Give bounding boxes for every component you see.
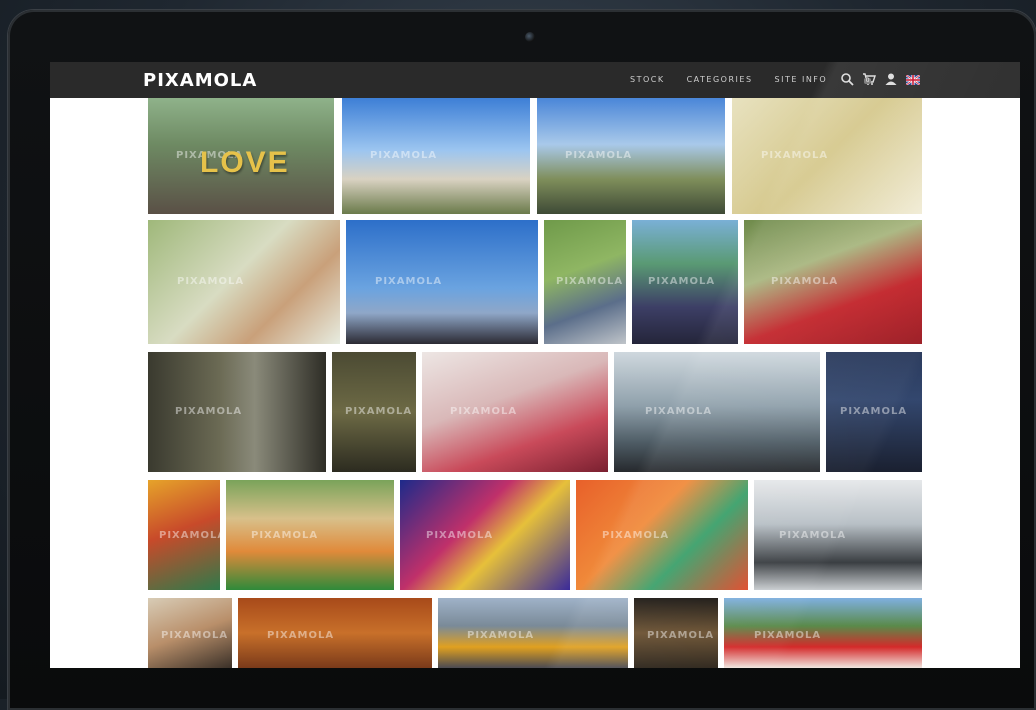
photo-tile-woman-in-golden-field[interactable]: PIXAMOLA (732, 98, 922, 214)
photo-tile-carnival-queen-blue[interactable]: PIXAMOLA (400, 480, 570, 590)
nav-icons (840, 72, 921, 86)
photo-tile-couple-with-love-balloons[interactable]: PIXAMOLA LOVE (148, 98, 334, 214)
laptop-frame: PIXAMOLA STOCK CATEGORIES SITE INFO 0 PI… (8, 10, 1036, 710)
watermark: PIXAMOLA (251, 530, 319, 541)
watermark: PIXAMOLA (840, 406, 908, 417)
site-logo[interactable]: PIXAMOLA (143, 70, 257, 91)
watermark: PIXAMOLA (602, 530, 670, 541)
navbar: PIXAMOLA STOCK CATEGORIES SITE INFO 0 (50, 62, 1020, 98)
photo-tile-hijab-woman-with-flowers[interactable]: PIXAMOLA (422, 352, 608, 472)
webcam (525, 32, 535, 42)
photo-gallery: PIXAMOLA LOVE PIXAMOLA PIXAMOLA PIXAMOLA PIXA… (50, 98, 1020, 668)
photo-tile-woman-squatting-street[interactable]: PIXAMOLA (754, 480, 922, 590)
photo-tile-woman-face-paint[interactable]: PIXAMOLA (238, 598, 432, 668)
photo-tile-woman-red-hair-city[interactable]: PIXAMOLA (438, 598, 628, 668)
watermark: PIXAMOLA (159, 530, 220, 541)
watermark: PIXAMOLA (175, 406, 243, 417)
nav-site-info[interactable]: SITE INFO (775, 75, 828, 84)
watermark: PIXAMOLA (565, 150, 633, 161)
watermark: PIXAMOLA (370, 150, 438, 161)
watermark: PIXAMOLA (648, 276, 716, 287)
love-balloons-text: LOVE (200, 146, 290, 179)
nav-categories[interactable]: CATEGORIES (687, 75, 753, 84)
photo-tile-carnival-parade[interactable]: PIXAMOLA (226, 480, 394, 590)
photo-tile-couple-relaxing-on-field[interactable]: PIXAMOLA (342, 98, 530, 214)
photo-tile-woman-red-hair-in-grass[interactable]: PIXAMOLA (148, 220, 340, 344)
watermark: PIXAMOLA (467, 630, 535, 641)
photo-tile-carnival-dancer[interactable]: PIXAMOLA (148, 480, 220, 590)
watermark: PIXAMOLA (771, 276, 839, 287)
watermark: PIXAMOLA (345, 406, 413, 417)
photo-tile-carnival-queen-orange[interactable]: PIXAMOLA (576, 480, 748, 590)
photo-tile-woman-portrait-dark[interactable]: PIXAMOLA (826, 352, 922, 472)
photo-tile-old-man-with-plants[interactable]: PIXAMOLA (544, 220, 626, 344)
cart-count-badge: 0 (864, 78, 872, 84)
search-icon[interactable] (840, 72, 854, 86)
user-icon[interactable] (884, 72, 898, 86)
watermark: PIXAMOLA (450, 406, 518, 417)
photo-tile-woman-night-lights[interactable]: PIXAMOLA (634, 598, 718, 668)
photo-tile-hand-in-darkness[interactable]: PIXAMOLA (332, 352, 416, 472)
photo-tile-legs-against-mountains[interactable]: PIXAMOLA (614, 352, 820, 472)
photo-tile-girls-in-hijab[interactable]: PIXAMOLA (744, 220, 922, 344)
photo-tile-marching-band[interactable]: PIXAMOLA (724, 598, 922, 668)
watermark: PIXAMOLA (375, 276, 443, 287)
watermark: PIXAMOLA (177, 276, 245, 287)
photo-tile-woman-portrait-bright[interactable]: PIXAMOLA (148, 598, 232, 668)
nav-stock[interactable]: STOCK (630, 75, 665, 84)
watermark: PIXAMOLA (754, 630, 822, 641)
watermark: PIXAMOLA (426, 530, 494, 541)
watermark: PIXAMOLA (761, 150, 829, 161)
uk-flag-icon[interactable] (905, 72, 921, 86)
main-menu: STOCK CATEGORIES SITE INFO (630, 75, 827, 84)
photo-tile-market-umbrella[interactable]: PIXAMOLA (632, 220, 738, 344)
watermark: PIXAMOLA (556, 276, 624, 287)
watermark: PIXAMOLA (647, 630, 715, 641)
photo-tile-couple-on-mountain[interactable]: PIXAMOLA (346, 220, 538, 344)
watermark: PIXAMOLA (779, 530, 847, 541)
watermark: PIXAMOLA (161, 630, 229, 641)
screen: PIXAMOLA STOCK CATEGORIES SITE INFO 0 PI… (50, 62, 1020, 668)
watermark: PIXAMOLA (267, 630, 335, 641)
photo-tile-couple-on-motorbike[interactable]: PIXAMOLA (537, 98, 725, 214)
photo-tile-woman-in-forest[interactable]: PIXAMOLA (148, 352, 326, 472)
watermark: PIXAMOLA (645, 406, 713, 417)
